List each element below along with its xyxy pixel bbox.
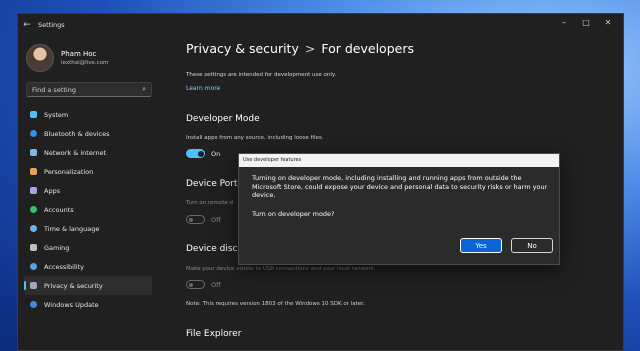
- sidebar-item-apps[interactable]: Apps: [24, 181, 152, 200]
- sidebar-item-accessibility[interactable]: Accessibility: [24, 257, 152, 276]
- globe-icon: [30, 225, 37, 232]
- breadcrumb-current: For developers: [321, 41, 414, 56]
- device-discovery-desc: Make your device visible to USB connecti…: [186, 266, 376, 272]
- sidebar-item-label: System: [44, 110, 69, 119]
- yes-button[interactable]: Yes: [460, 238, 502, 253]
- sidebar-item-label: Network & internet: [44, 148, 107, 157]
- developer-mode-toggle[interactable]: [186, 149, 205, 158]
- file-explorer-title: File Explorer: [186, 329, 242, 339]
- window-title: Settings: [38, 21, 65, 29]
- sidebar-item-label: Personalization: [44, 167, 94, 176]
- developer-mode-title: Developer Mode: [186, 114, 260, 124]
- dialog-title: Use developer features: [239, 154, 559, 167]
- sidebar-item-label: Accounts: [44, 205, 74, 214]
- window-controls: – □ ✕: [553, 18, 619, 27]
- developer-mode-toggle-row: On: [186, 149, 220, 158]
- developer-mode-desc: Install apps from any source, including …: [186, 135, 324, 141]
- sidebar: Pham Hoc lexthai@live.com ⌕ System Bluet…: [18, 36, 160, 350]
- device-discovery-title: Device disco: [186, 244, 243, 254]
- dialog-message: Turning on developer mode, including ins…: [252, 174, 548, 199]
- sidebar-item-system[interactable]: System: [24, 105, 152, 124]
- sidebar-item-privacy-security[interactable]: Privacy & security: [24, 276, 152, 295]
- breadcrumb-chevron-icon: >: [304, 41, 316, 56]
- sidebar-item-label: Bluetooth & devices: [44, 129, 110, 138]
- minimize-icon[interactable]: –: [553, 18, 575, 27]
- learn-more-link[interactable]: Learn more: [186, 85, 220, 92]
- sidebar-item-label: Windows Update: [44, 300, 99, 309]
- device-portal-title: Device Porta: [186, 179, 243, 189]
- sidebar-item-label: Gaming: [44, 243, 70, 252]
- user-email: lexthai@live.com: [61, 60, 109, 66]
- page-title: Privacy & security > For developers: [186, 41, 414, 56]
- gamepad-icon: [30, 244, 37, 251]
- no-button[interactable]: No: [511, 238, 553, 253]
- search-icon[interactable]: ⌕: [142, 85, 146, 94]
- monitor-icon: [30, 111, 37, 118]
- shield-icon: [30, 282, 37, 289]
- device-discovery-note: Note: This requires version 1803 of the …: [186, 301, 365, 307]
- sidebar-item-accounts[interactable]: Accounts: [24, 200, 152, 219]
- sidebar-item-bluetooth[interactable]: Bluetooth & devices: [24, 124, 152, 143]
- title-bar: ← Settings – □ ✕: [18, 14, 623, 36]
- wifi-icon: [30, 149, 37, 156]
- sidebar-item-label: Accessibility: [44, 262, 84, 271]
- avatar: [26, 44, 54, 72]
- sidebar-item-label: Privacy & security: [44, 281, 103, 290]
- user-name: Pham Hoc: [61, 50, 97, 58]
- sidebar-item-gaming[interactable]: Gaming: [24, 238, 152, 257]
- intro-text: These settings are intended for developm…: [186, 72, 337, 78]
- brush-icon: [30, 168, 37, 175]
- device-discovery-toggle-row: Off: [186, 280, 221, 289]
- sidebar-item-time-language[interactable]: Time & language: [24, 219, 152, 238]
- device-portal-toggle[interactable]: [186, 215, 205, 224]
- device-discovery-toggle[interactable]: [186, 280, 205, 289]
- close-icon[interactable]: ✕: [597, 18, 619, 27]
- sidebar-item-windows-update[interactable]: Windows Update: [24, 295, 152, 314]
- update-icon: [30, 301, 37, 308]
- dialog-question: Turn on developer mode?: [252, 210, 335, 218]
- user-profile[interactable]: Pham Hoc lexthai@live.com: [26, 44, 108, 72]
- search-input[interactable]: [32, 85, 143, 94]
- device-portal-toggle-row: Off: [186, 215, 221, 224]
- sidebar-nav: System Bluetooth & devices Network & int…: [24, 105, 152, 314]
- developer-mode-state: On: [211, 149, 221, 158]
- sidebar-item-label: Apps: [44, 186, 61, 195]
- person-icon: [30, 206, 37, 213]
- device-portal-state: Off: [211, 215, 221, 224]
- search-box[interactable]: ⌕: [26, 82, 152, 97]
- device-portal-desc: Turn on remote d: [186, 200, 234, 206]
- sidebar-item-label: Time & language: [44, 224, 100, 233]
- breadcrumb-parent[interactable]: Privacy & security: [186, 41, 299, 56]
- device-discovery-state: Off: [211, 280, 221, 289]
- sidebar-item-personalization[interactable]: Personalization: [24, 162, 152, 181]
- maximize-icon[interactable]: □: [575, 18, 597, 27]
- back-arrow-icon[interactable]: ←: [18, 20, 36, 30]
- developer-mode-dialog: Use developer features Turning on develo…: [238, 153, 560, 265]
- apps-icon: [30, 187, 37, 194]
- accessibility-icon: [30, 263, 37, 270]
- sidebar-item-network[interactable]: Network & internet: [24, 143, 152, 162]
- bluetooth-icon: [30, 130, 37, 137]
